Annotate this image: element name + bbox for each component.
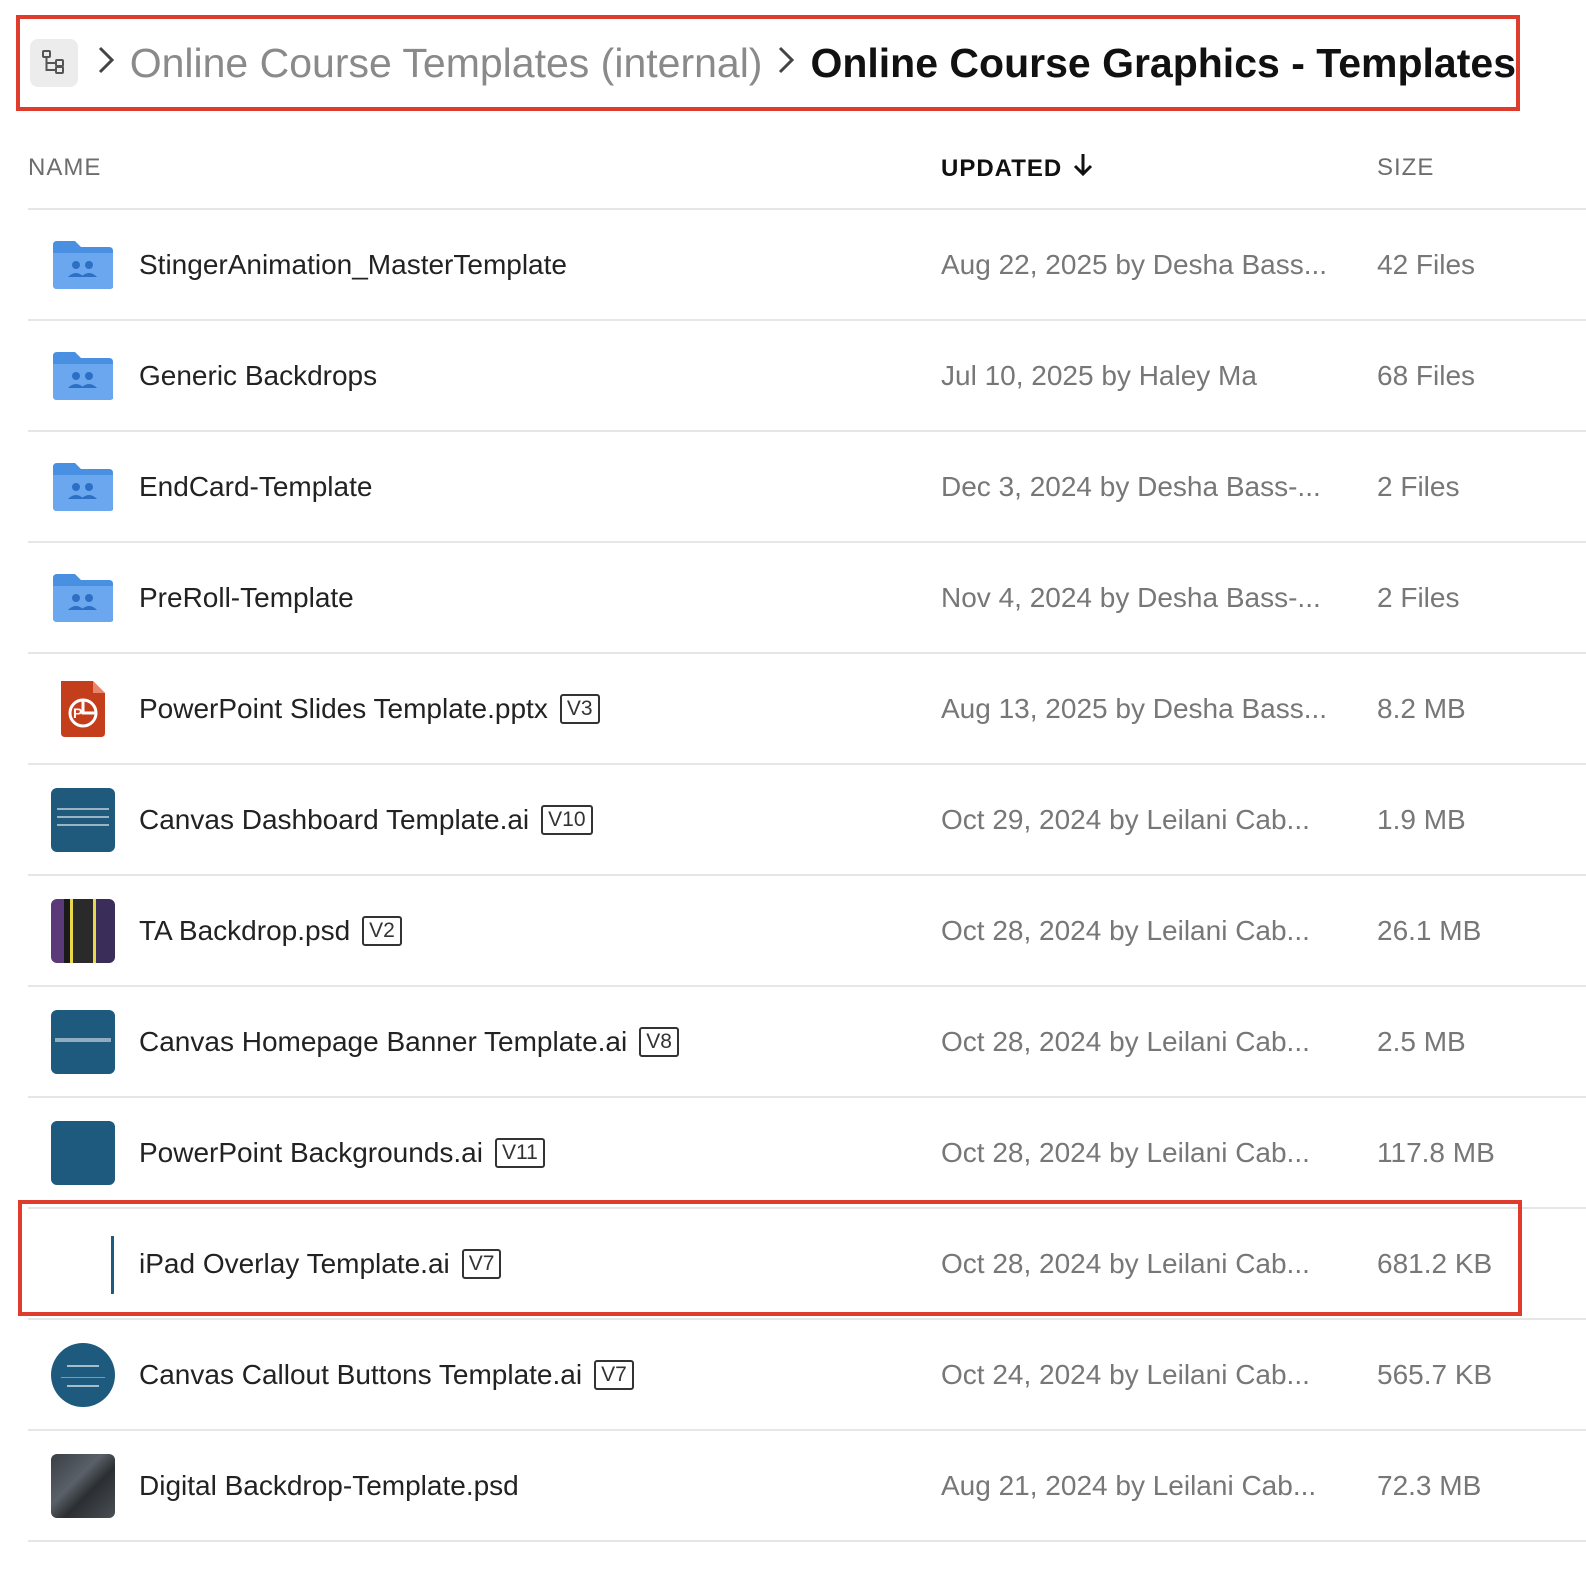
updated-cell: Jul 10, 2025 by Haley Ma: [941, 359, 1257, 391]
item-name-link[interactable]: Canvas Callout Buttons Template.ai: [139, 1359, 582, 1391]
updated-cell: Oct 24, 2024 by Leilani Cab...: [941, 1358, 1310, 1390]
file-row[interactable]: Canvas Callout Buttons Template.ai V7 Oct …: [0, 1320, 1586, 1431]
file-thumbnail: [51, 899, 115, 963]
size-cell: 1.9 MB: [1377, 803, 1466, 835]
column-header-updated[interactable]: UPDATED: [941, 152, 1094, 185]
size-cell: 68 Files: [1377, 359, 1476, 391]
version-badge[interactable]: V2: [362, 915, 402, 946]
file-row[interactable]: Canvas Dashboard Template.ai V10 Oct 29, 2…: [0, 765, 1586, 876]
size-cell: 681.2 KB: [1377, 1247, 1493, 1279]
updated-cell: Oct 28, 2024 by Leilani Cab...: [941, 1025, 1310, 1057]
file-row[interactable]: PowerPoint Backgrounds.ai V11 Oct 28, 2024…: [0, 1098, 1586, 1209]
item-name-link[interactable]: Canvas Dashboard Template.ai: [139, 804, 529, 836]
item-name-cell: StingerAnimation_MasterTemplate: [139, 210, 567, 319]
version-badge[interactable]: V7: [461, 1248, 502, 1279]
folder-row[interactable]: PreRoll-Template Nov 4, 2024 by Desha Bas…: [0, 543, 1586, 654]
item-name-link[interactable]: PowerPoint Backgrounds.ai: [139, 1137, 483, 1169]
sort-descending-icon: [1072, 152, 1094, 185]
column-header-updated-label: UPDATED: [941, 154, 1063, 182]
item-name-cell: PowerPoint Slides Template.pptx V3: [139, 654, 600, 763]
breadcrumb-current: Online Course Graphics - Templates: [810, 39, 1516, 86]
file-thumbnail: [51, 788, 115, 852]
size-cell: 2.5 MB: [1377, 1025, 1466, 1057]
size-cell: 42 Files: [1377, 248, 1476, 280]
folder-tree-icon[interactable]: [30, 39, 78, 87]
item-name-link[interactable]: TA Backdrop.psd: [139, 915, 350, 947]
version-badge[interactable]: V10: [541, 804, 593, 835]
chevron-right-icon: [776, 43, 796, 83]
size-cell: 2 Files: [1377, 470, 1460, 502]
updated-cell: Aug 21, 2024 by Leilani Cab...: [941, 1469, 1317, 1501]
updated-cell: Nov 4, 2024 by Desha Bass-...: [941, 581, 1321, 613]
item-name-cell: iPad Overlay Template.ai V7: [139, 1209, 502, 1318]
item-name-link[interactable]: EndCard-Template: [139, 471, 372, 503]
file-row[interactable]: TA Backdrop.psd V2 Oct 28, 2024 by Leilani…: [0, 876, 1586, 987]
item-name-cell: TA Backdrop.psd V2: [139, 876, 402, 985]
size-cell: 26.1 MB: [1377, 914, 1482, 946]
powerpoint-file-icon: P: [51, 677, 115, 741]
updated-cell: Aug 13, 2025 by Desha Bass...: [941, 692, 1328, 724]
table-header: NAME UPDATED SIZE: [28, 130, 1586, 210]
version-badge[interactable]: V3: [559, 693, 600, 724]
version-badge[interactable]: V11: [494, 1137, 545, 1168]
item-name-link[interactable]: StingerAnimation_MasterTemplate: [139, 249, 567, 281]
column-header-size[interactable]: SIZE: [1377, 154, 1434, 182]
item-name-link[interactable]: Digital Backdrop-Template.psd: [139, 1470, 519, 1502]
updated-cell: Aug 22, 2025 by Desha Bass...: [941, 248, 1328, 280]
shared-folder-icon: [51, 233, 115, 297]
updated-cell: Dec 3, 2024 by Desha Bass-...: [941, 470, 1321, 502]
file-thumbnail: [51, 1454, 115, 1518]
shared-folder-icon: [51, 566, 115, 630]
breadcrumb: Online Course Templates (internal) Onlin…: [16, 15, 1520, 111]
file-row[interactable]: Digital Backdrop-Template.psd Aug 21, 202…: [0, 1431, 1586, 1542]
folder-row[interactable]: EndCard-Template Dec 3, 2024 by Desha Bas…: [0, 432, 1586, 543]
item-name-link[interactable]: Generic Backdrops: [139, 360, 377, 392]
file-thumbnail: [51, 1232, 115, 1296]
updated-cell: Oct 28, 2024 by Leilani Cab...: [941, 1247, 1310, 1279]
size-cell: 8.2 MB: [1377, 692, 1466, 724]
breadcrumb-parent-link[interactable]: Online Course Templates (internal): [130, 40, 763, 87]
shared-folder-icon: [51, 344, 115, 408]
chevron-right-icon: [96, 43, 116, 83]
version-badge[interactable]: V7: [594, 1359, 634, 1390]
item-name-link[interactable]: PowerPoint Slides Template.pptx: [139, 693, 548, 725]
item-name-cell: Canvas Homepage Banner Template.ai V8: [139, 987, 679, 1096]
folder-row[interactable]: Generic Backdrops Jul 10, 2025 by Haley M…: [0, 321, 1586, 432]
updated-cell: Oct 28, 2024 by Leilani Cab...: [941, 914, 1310, 946]
item-name-cell: Canvas Callout Buttons Template.ai V7: [139, 1320, 634, 1429]
svg-text:P: P: [73, 705, 82, 721]
folder-row[interactable]: StingerAnimation_MasterTemplate Aug 22, 2…: [0, 210, 1586, 321]
file-list: StingerAnimation_MasterTemplate Aug 22, 2…: [0, 210, 1586, 1542]
shared-folder-icon: [51, 455, 115, 519]
item-name-cell: PowerPoint Backgrounds.ai V11: [139, 1098, 545, 1207]
file-row[interactable]: P PowerPoint Slides Template.pptx V3 Aug 13…: [0, 654, 1586, 765]
item-name-cell: Digital Backdrop-Template.psd: [139, 1431, 519, 1540]
file-row[interactable]: Canvas Homepage Banner Template.ai V8 Oct …: [0, 987, 1586, 1098]
item-name-link[interactable]: Canvas Homepage Banner Template.ai: [139, 1026, 627, 1058]
item-name-link[interactable]: PreRoll-Template: [139, 582, 354, 614]
item-name-cell: Canvas Dashboard Template.ai V10: [139, 765, 593, 874]
item-name-link[interactable]: iPad Overlay Template.ai: [139, 1248, 450, 1280]
column-header-name[interactable]: NAME: [28, 154, 101, 182]
size-cell: 565.7 KB: [1377, 1358, 1493, 1390]
item-name-cell: PreRoll-Template: [139, 543, 354, 652]
size-cell: 2 Files: [1377, 581, 1460, 613]
size-cell: 117.8 MB: [1377, 1136, 1495, 1168]
file-thumbnail: [51, 1121, 115, 1185]
file-thumbnail: [51, 1343, 115, 1407]
item-name-cell: EndCard-Template: [139, 432, 372, 541]
updated-cell: Oct 29, 2024 by Leilani Cab...: [941, 803, 1310, 835]
version-badge[interactable]: V8: [639, 1026, 679, 1057]
item-name-cell: Generic Backdrops: [139, 321, 377, 430]
file-row[interactable]: iPad Overlay Template.ai V7 Oct 28, 2024 b…: [0, 1209, 1586, 1320]
updated-cell: Oct 28, 2024 by Leilani Cab...: [941, 1136, 1310, 1168]
file-thumbnail: [51, 1010, 115, 1074]
size-cell: 72.3 MB: [1377, 1469, 1482, 1501]
